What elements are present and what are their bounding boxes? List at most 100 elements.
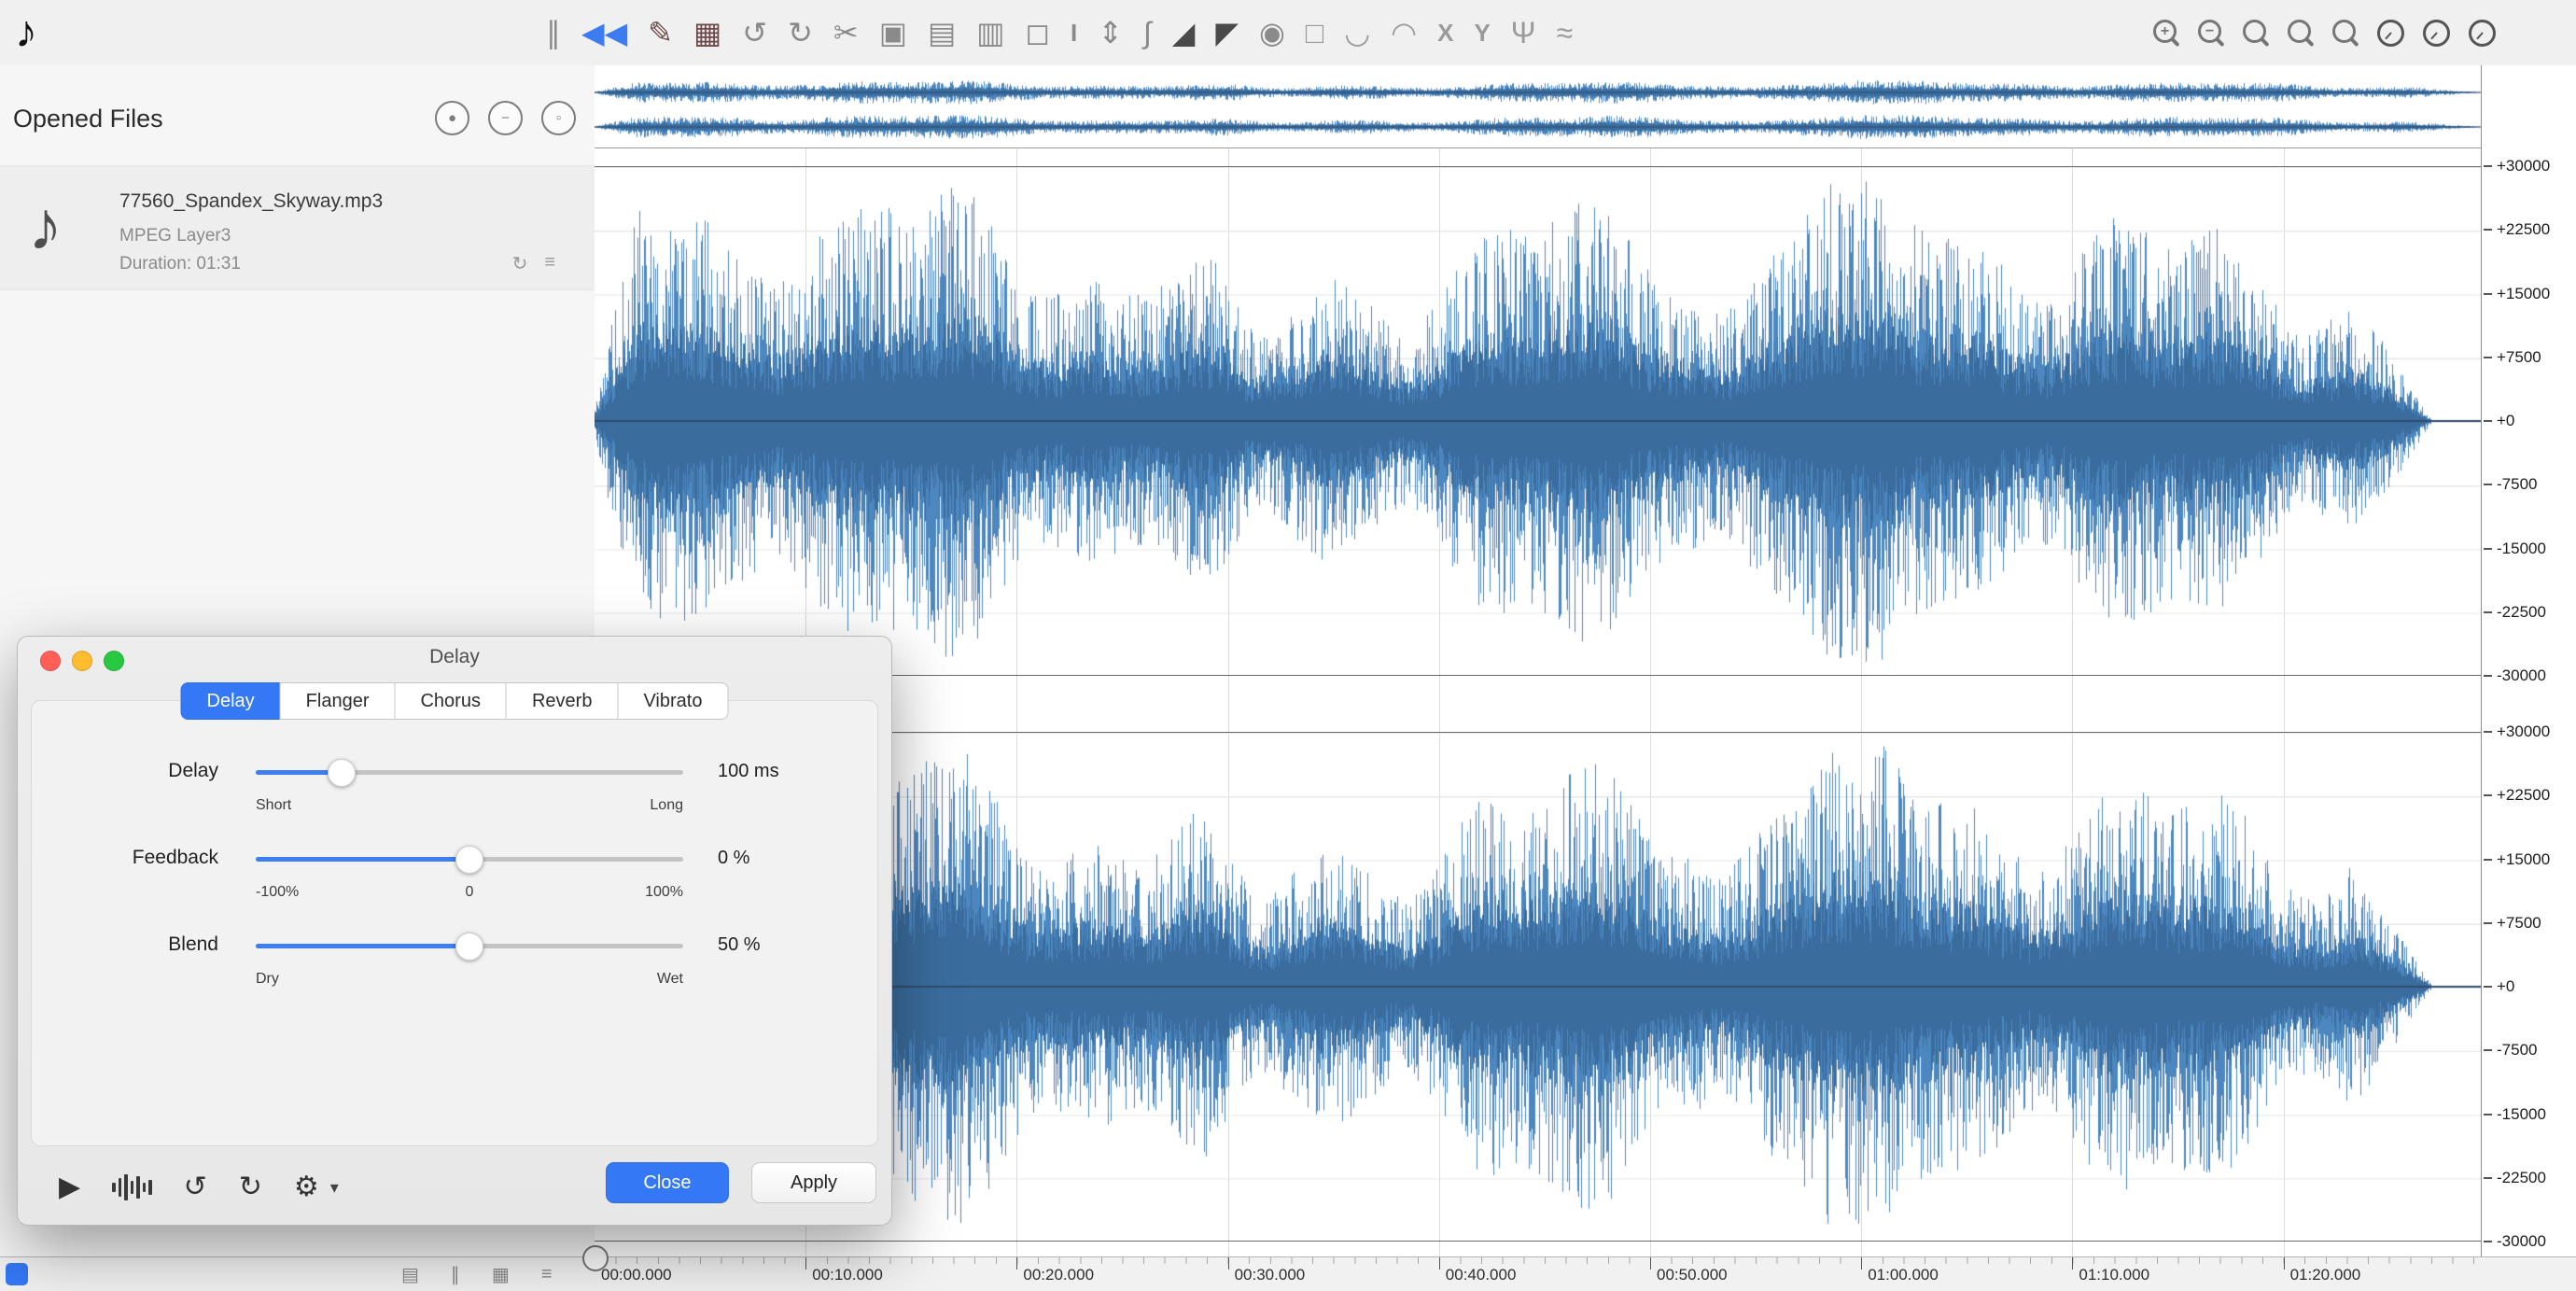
scale-value: +0 <box>2497 977 2515 995</box>
grid-small-icon[interactable]: ▦ <box>492 1263 510 1286</box>
zoom-selection-icon[interactable] <box>2243 20 2269 46</box>
status-icons: ▤ ∥ ▦ ≡ <box>401 1257 552 1291</box>
music-note-icon: ♪ <box>28 187 63 264</box>
overview-waveform[interactable] <box>595 78 2481 144</box>
record-file-icon[interactable]: ● <box>435 101 469 135</box>
scale-value: +15000 <box>2497 849 2551 868</box>
timeline-tick <box>1861 1257 1863 1270</box>
scale-value: +15000 <box>2497 284 2551 302</box>
scale-label: +7500 <box>2484 348 2541 367</box>
copy-icon[interactable]: ▣ <box>879 0 907 65</box>
zoom-in-icon[interactable]: + <box>2153 20 2179 46</box>
timeline-tick <box>1227 1257 1229 1270</box>
tick-mark <box>2484 921 2492 924</box>
cut-icon[interactable]: ✂ <box>833 0 859 65</box>
skip-back-icon[interactable]: ◀◀ <box>581 0 627 65</box>
arc-down-icon[interactable]: ◡ <box>1344 0 1370 65</box>
toolbar: ♪ ∥ ◀◀ ✎ ▦ ↺ ↻ ✂ ▣ ▤ ▥ ◻ I ⇕ ∫ ◢ ◤ ◉ □ ◡ ◠ X Y Ψ ≈ + − <box>0 0 2576 66</box>
meter-small-icon[interactable]: ≡ <box>541 1264 553 1285</box>
tab-chorus[interactable]: Chorus <box>394 682 507 720</box>
tab-delay[interactable]: Delay <box>180 682 281 720</box>
scale-value: -22500 <box>2497 602 2546 621</box>
slider-sub-label: Dry <box>256 971 279 987</box>
playhead-marker[interactable] <box>582 1245 609 1271</box>
keyboard-icon[interactable]: ▤ <box>401 1263 419 1286</box>
tick-mark <box>2484 292 2492 295</box>
scale-label: -15000 <box>2484 1105 2546 1124</box>
duplicate-file-icon[interactable]: ▫ <box>541 101 576 135</box>
x-tool-icon[interactable]: X <box>1437 0 1453 65</box>
timeline-label: 00:40.000 <box>1445 1266 1517 1284</box>
tab-vibrato[interactable]: Vibrato <box>617 682 729 720</box>
meter-knob-icon-2[interactable] <box>2423 19 2450 47</box>
clipboard-icon[interactable]: ▥ <box>976 0 1004 65</box>
fade-in-icon[interactable]: ◢ <box>1172 0 1196 65</box>
settings-gear-icon[interactable]: ⚙ <box>294 1165 319 1210</box>
paste-icon[interactable]: ▤ <box>928 0 956 65</box>
loop-back-icon[interactable]: ↺ <box>184 1165 207 1210</box>
status-app-icon[interactable] <box>6 1263 28 1285</box>
waveform-channel-1[interactable] <box>595 166 2481 676</box>
tick-mark <box>2484 1176 2492 1179</box>
zoom-out-icon[interactable]: − <box>2198 20 2224 46</box>
redo-icon[interactable]: ↻ <box>788 0 813 65</box>
tab-reverb[interactable]: Reverb <box>505 682 619 720</box>
ibeam-tool-icon[interactable]: I <box>1071 0 1077 65</box>
meter-knob-icon-3[interactable] <box>2469 19 2496 47</box>
scale-label: +30000 <box>2484 157 2550 175</box>
trim-icon[interactable]: ◻ <box>1025 0 1050 65</box>
timeline-tick <box>1650 1257 1651 1270</box>
loop-mini-icon[interactable]: ↻ <box>512 252 528 275</box>
zoom-vertical-icon[interactable] <box>2332 20 2359 46</box>
loop-icon[interactable]: ↻ <box>239 1165 262 1210</box>
record-mix-icon[interactable]: ▦ <box>693 0 721 65</box>
preview-play-icon[interactable]: ▶ <box>59 1165 80 1210</box>
preview-wave-icon[interactable] <box>112 1172 152 1202</box>
slider-handle[interactable] <box>327 759 356 787</box>
scale-value: -7500 <box>2497 1041 2538 1059</box>
scale-label: +22500 <box>2484 786 2550 805</box>
tick-mark <box>2484 1241 2492 1242</box>
wave-tool-icon[interactable]: ≈ <box>1557 0 1574 65</box>
scale-label: -22500 <box>2484 603 2546 622</box>
tick-mark <box>2484 986 2492 988</box>
slider-handle[interactable] <box>455 846 483 874</box>
gear-dropdown-icon[interactable]: ▾ <box>330 1165 339 1210</box>
undo-icon[interactable]: ↺ <box>742 0 767 65</box>
waveform-canvas-1[interactable] <box>595 167 2481 675</box>
meter-knob-icon-1[interactable] <box>2377 19 2404 47</box>
scale-label: +15000 <box>2484 285 2550 303</box>
slider-handle[interactable] <box>455 933 483 961</box>
bar-shape <box>136 1176 140 1199</box>
record-edit-icon[interactable]: ✎ <box>648 0 673 65</box>
y-tool-icon[interactable]: Y <box>1474 0 1490 65</box>
tick-mark <box>2484 165 2492 167</box>
pen-curve-icon[interactable]: ∫ <box>1143 0 1152 65</box>
tick-mark <box>2484 858 2492 861</box>
levels-mini-icon[interactable]: ≡ <box>544 252 555 275</box>
apply-button[interactable]: Apply <box>751 1162 876 1203</box>
split-tool-icon[interactable]: Ψ <box>1511 0 1536 65</box>
file-format: MPEG Layer3 <box>119 226 231 246</box>
timeline-label: 00:20.000 <box>1023 1266 1095 1284</box>
meter-icon[interactable]: ◉ <box>1259 0 1285 65</box>
frame-icon[interactable]: □ <box>1306 0 1323 65</box>
overview-channel-2[interactable] <box>595 113 2481 141</box>
scale-value: +30000 <box>2497 157 2551 175</box>
fade-out-icon[interactable]: ◤ <box>1215 0 1239 65</box>
arc-up-icon[interactable]: ◠ <box>1391 0 1417 65</box>
tab-flanger[interactable]: Flanger <box>279 682 396 720</box>
delay-dialog[interactable]: Delay Delay Flanger Chorus Reverb Vibrato De… <box>17 636 892 1226</box>
remove-file-icon[interactable]: − <box>488 101 523 135</box>
close-button[interactable]: Close <box>606 1162 729 1203</box>
zoom-fit-icon[interactable] <box>2288 20 2314 46</box>
pause-small-icon[interactable]: ∥ <box>451 1263 460 1286</box>
pause-icon[interactable]: ∥ <box>546 0 561 65</box>
scale-value: +22500 <box>2497 786 2551 805</box>
overview-channel-1[interactable] <box>595 78 2481 106</box>
dialog-title: Delay <box>429 646 480 667</box>
bar-shape <box>124 1174 128 1200</box>
vertical-zoom-icon[interactable]: ⇕ <box>1098 0 1123 65</box>
file-list-item[interactable]: ♪ 77560_Spandex_Skyway.mp3 MPEG Layer3 D… <box>0 166 595 290</box>
timeline-tick <box>1438 1257 1440 1270</box>
